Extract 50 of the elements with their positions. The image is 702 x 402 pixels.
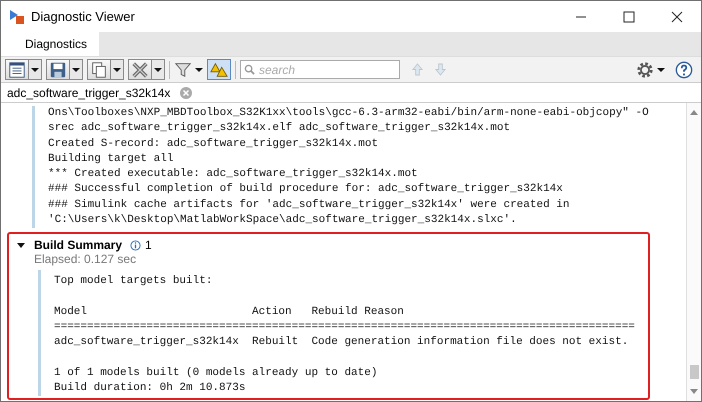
log-line: *** Created executable: adc_software_trigger_s32k14x.mot <box>48 167 419 182</box>
dropdown-button[interactable] <box>29 59 42 80</box>
caret-icon <box>195 66 203 74</box>
log-line: 'C:\Users\k\Desktop\MatlabWorkSpace\adc_software_trigger_s32k14x.slxc'. <box>48 213 518 228</box>
caret-icon <box>113 66 121 74</box>
elapsed-time: Elapsed: 0.127 sec <box>34 252 138 268</box>
summary-line: ======================================================================================== <box>54 320 636 335</box>
scroll-thumb[interactable] <box>690 365 698 379</box>
section-title: Build Summary <box>34 238 122 252</box>
caret-icon <box>72 66 80 74</box>
log-line: ### Successful completion of build procedure for: adc_software_trigger_s32k14x <box>48 182 564 198</box>
search-field[interactable]: search <box>240 60 400 79</box>
log-line: Ons\Toolboxes\NXP_MBDToolbox_S32K1xx\tools\gcc-6.3-arm32-eabi/bin/arm-none-eabi-objcopy" -O <box>48 106 650 121</box>
save-icon <box>49 60 67 78</box>
save-button[interactable] <box>46 59 70 80</box>
info-count: 1 <box>145 238 152 252</box>
report-icon <box>8 60 26 78</box>
info-icon <box>130 240 142 251</box>
dropdown-button[interactable] <box>152 59 165 80</box>
dropdown-button[interactable] <box>70 59 83 80</box>
clear-button[interactable] <box>128 59 152 80</box>
log-line: srec adc_software_trigger_s32k14x.elf adc_software_trigger_s32k14x.mot <box>48 121 512 136</box>
app-icon <box>9 8 25 24</box>
caret-icon <box>657 66 665 74</box>
log-line: Created S-record: adc_software_trigger_s32k14x.mot <box>48 136 380 152</box>
copy-button[interactable] <box>87 59 111 80</box>
filter-icon <box>174 60 192 78</box>
help-icon[interactable] <box>675 60 693 78</box>
caret-icon <box>31 66 39 74</box>
scroll-up-icon <box>690 109 698 115</box>
copy-icon <box>90 60 108 78</box>
warnings-toggle[interactable] <box>207 59 231 80</box>
ribbon-tab[interactable]: Diagnostics <box>1 32 100 56</box>
log-line: ### Simulink cache artifacts for 'adc_software_trigger_s32k14x' were created in <box>48 198 570 213</box>
collapse-triangle-icon[interactable] <box>17 241 25 250</box>
settings-icon <box>636 60 654 78</box>
log-line: Building target all <box>48 152 174 167</box>
clear-icon <box>131 60 149 78</box>
scroll-down-icon <box>690 389 698 395</box>
summary-line: Build duration: 0h 2m 10.873s <box>54 380 246 396</box>
search-icon <box>244 64 255 75</box>
window-title: Diagnostic Viewer <box>31 9 135 24</box>
summary-line: Top model targets built: <box>54 274 214 290</box>
dropdown-button[interactable] <box>111 59 124 80</box>
caret-icon <box>154 66 162 74</box>
summary-line: 1 of 1 models built (0 models already up to date) <box>54 366 378 381</box>
summary-line: Model Action Rebuild Reason <box>54 304 405 320</box>
report-button[interactable] <box>5 59 29 80</box>
warning-icon <box>210 60 228 78</box>
summary-line: adc_software_trigger_s32k14x Rebuilt Code generation information file does not exist. <box>54 335 630 350</box>
